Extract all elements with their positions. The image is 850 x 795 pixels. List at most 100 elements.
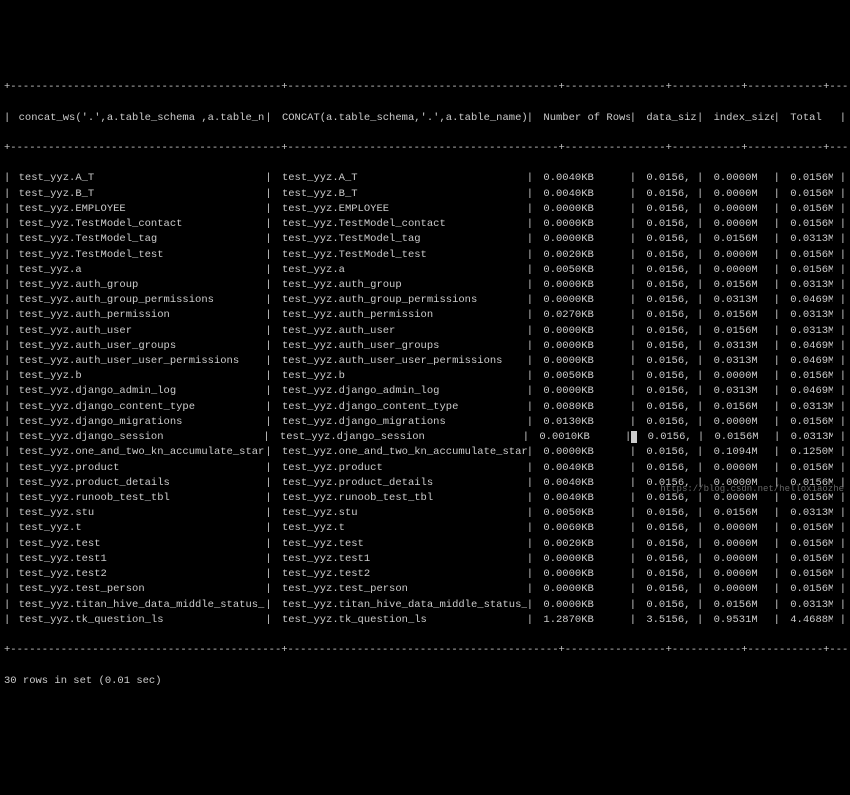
cell-total: 0.0156M bbox=[786, 461, 833, 476]
cell-total: 0.0313M bbox=[786, 506, 833, 521]
table-row: | test_yyz.test_person| test_yyz.test_pe… bbox=[4, 582, 846, 597]
cell-rows: 0.0000KB bbox=[539, 582, 629, 597]
cell-index-size: 0.0313M bbox=[710, 384, 774, 399]
cell-data-size: 0.0156, bbox=[642, 400, 697, 415]
cell-total: 0.0156M bbox=[786, 171, 833, 186]
cell-data-size: 0.0156, bbox=[642, 384, 697, 399]
cell-concat-ws: test_yyz.auth_user_groups bbox=[17, 339, 266, 354]
table-row: | test_yyz.TestModel_contact| test_yyz.T… bbox=[4, 217, 846, 232]
cell-data-size: 0.0156, bbox=[642, 308, 697, 323]
cell-index-size: 0.0000M bbox=[710, 521, 774, 536]
table-row: | test_yyz.django_admin_log| test_yyz.dj… bbox=[4, 384, 846, 399]
cell-index-size: 0.0000M bbox=[710, 263, 774, 278]
cell-data-size: 0.0156, bbox=[642, 171, 697, 186]
cell-concat: test_yyz.auth_user bbox=[278, 324, 527, 339]
text-cursor bbox=[631, 431, 637, 443]
cell-index-size: 0.0313M bbox=[710, 293, 774, 308]
cell-index-size: 0.0000M bbox=[710, 187, 774, 202]
cell-rows: 0.0040KB bbox=[539, 476, 629, 491]
cell-rows: 0.0040KB bbox=[539, 187, 629, 202]
cell-concat: test_yyz.django_migrations bbox=[278, 415, 527, 430]
table-row: | test_yyz.test2| test_yyz.test2| 0.0000… bbox=[4, 567, 846, 582]
cell-total: 0.0313M bbox=[786, 278, 833, 293]
cell-total: 0.0156M bbox=[786, 521, 833, 536]
cell-concat-ws: test_yyz.auth_group_permissions bbox=[17, 293, 266, 308]
cell-data-size: 0.0156, bbox=[642, 339, 697, 354]
cell-concat-ws: test_yyz.B_T bbox=[17, 187, 266, 202]
cell-concat: test_yyz.django_content_type bbox=[278, 400, 527, 415]
table-row: | test_yyz.auth_permission| test_yyz.aut… bbox=[4, 308, 846, 323]
cell-data-size: 0.0156, bbox=[642, 598, 697, 613]
cell-concat-ws: test_yyz.test2 bbox=[17, 567, 266, 582]
cell-total: 0.0469M bbox=[786, 339, 833, 354]
table-row: | test_yyz.auth_group| test_yyz.auth_gro… bbox=[4, 278, 846, 293]
separator-bottom: +---------------------------------------… bbox=[4, 643, 846, 658]
cell-concat-ws: test_yyz.runoob_test_tbl bbox=[17, 491, 266, 506]
col-header-4: index_size bbox=[710, 111, 774, 126]
cell-concat: test_yyz.a bbox=[278, 263, 527, 278]
table-row: | test_yyz.EMPLOYEE| test_yyz.EMPLOYEE| … bbox=[4, 202, 846, 217]
cell-concat: test_yyz.B_T bbox=[278, 187, 527, 202]
cell-rows: 0.0020KB bbox=[539, 537, 629, 552]
col-header-1: CONCAT(a.table_schema,'.',a.table_name) bbox=[278, 111, 527, 126]
cell-total: 4.4688M bbox=[786, 613, 833, 628]
cell-data-size: 0.0156, bbox=[642, 324, 697, 339]
table-row: | test_yyz.django_migrations| test_yyz.d… bbox=[4, 415, 846, 430]
cell-total: 0.0156M bbox=[786, 552, 833, 567]
cell-index-size: 0.0000M bbox=[710, 567, 774, 582]
cell-concat: test_yyz.product bbox=[278, 461, 527, 476]
table-row: | test_yyz.t| test_yyz.t| 0.0060KB| 0.01… bbox=[4, 521, 846, 536]
table-row: | test_yyz.A_T| test_yyz.A_T| 0.0040KB| … bbox=[4, 171, 846, 186]
cell-total: 0.0156M bbox=[786, 582, 833, 597]
cell-concat: test_yyz.auth_group_permissions bbox=[278, 293, 527, 308]
col-header-5: Total bbox=[786, 111, 833, 126]
cell-data-size: 0.0156, bbox=[642, 232, 697, 247]
cell-total: 0.0313M bbox=[786, 308, 833, 323]
cell-concat: test_yyz.one_and_two_kn_accumulate_stars bbox=[278, 445, 527, 460]
cell-total: 0.0469M bbox=[786, 354, 833, 369]
cell-index-size: 0.0000M bbox=[710, 461, 774, 476]
cell-rows: 0.0000KB bbox=[539, 202, 629, 217]
cell-index-size: 0.0156M bbox=[710, 324, 774, 339]
cell-concat-ws: test_yyz.TestModel_test bbox=[17, 248, 266, 263]
col-header-3: data_size bbox=[642, 111, 697, 126]
cell-concat: test_yyz.auth_permission bbox=[278, 308, 527, 323]
table-row: | test_yyz.auth_user_user_permissions| t… bbox=[4, 354, 846, 369]
cell-data-size: 0.0156, bbox=[642, 461, 697, 476]
cell-total: 0.0156M bbox=[786, 202, 833, 217]
cell-rows: 0.0130KB bbox=[539, 415, 629, 430]
cell-rows: 0.0050KB bbox=[539, 506, 629, 521]
cell-concat: test_yyz.auth_group bbox=[278, 278, 527, 293]
cell-index-size: 0.0000M bbox=[710, 202, 774, 217]
cell-rows: 0.0040KB bbox=[539, 171, 629, 186]
table-row: | test_yyz.test1| test_yyz.test1| 0.0000… bbox=[4, 552, 846, 567]
cell-data-size: 0.0156, bbox=[642, 582, 697, 597]
cell-total: 0.1250M bbox=[786, 445, 833, 460]
table-row: | test_yyz.tk_question_ls| test_yyz.tk_q… bbox=[4, 613, 846, 628]
table-row: | test_yyz.B_T| test_yyz.B_T| 0.0040KB| … bbox=[4, 187, 846, 202]
cell-concat: test_yyz.test1 bbox=[278, 552, 527, 567]
cell-data-size: 0.0156, bbox=[642, 552, 697, 567]
cell-concat-ws: test_yyz.a bbox=[17, 263, 266, 278]
table-row: | test_yyz.titan_hive_data_middle_status… bbox=[4, 598, 846, 613]
cell-total: 0.0313M bbox=[786, 400, 833, 415]
terminal-output: +---------------------------------------… bbox=[4, 65, 846, 704]
table-row: | test_yyz.one_and_two_kn_accumulate_sta… bbox=[4, 445, 846, 460]
cell-rows: 0.0080KB bbox=[539, 400, 629, 415]
cell-concat-ws: test_yyz.auth_user bbox=[17, 324, 266, 339]
cell-concat-ws: test_yyz.TestModel_contact bbox=[17, 217, 266, 232]
cell-rows: 0.0060KB bbox=[539, 521, 629, 536]
cell-data-size: 0.0156, bbox=[644, 430, 698, 445]
table-row: | test_yyz.auth_group_permissions| test_… bbox=[4, 293, 846, 308]
cell-total: 0.0156M bbox=[786, 369, 833, 384]
table-row: | test_yyz.django_content_type| test_yyz… bbox=[4, 400, 846, 415]
table-row: | test_yyz.stu| test_yyz.stu| 0.0050KB| … bbox=[4, 506, 846, 521]
cell-concat: test_yyz.auth_user_groups bbox=[278, 339, 527, 354]
cell-data-size: 0.0156, bbox=[642, 521, 697, 536]
cell-concat-ws: test_yyz.titan_hive_data_middle_status_n… bbox=[17, 598, 266, 613]
cell-index-size: 0.0000M bbox=[710, 582, 774, 597]
cell-index-size: 0.0156M bbox=[710, 308, 774, 323]
cell-index-size: 0.0313M bbox=[710, 354, 774, 369]
cell-concat: test_yyz.titan_hive_data_middle_status_n… bbox=[278, 598, 527, 613]
table-row: | test_yyz.a| test_yyz.a| 0.0050KB| 0.01… bbox=[4, 263, 846, 278]
